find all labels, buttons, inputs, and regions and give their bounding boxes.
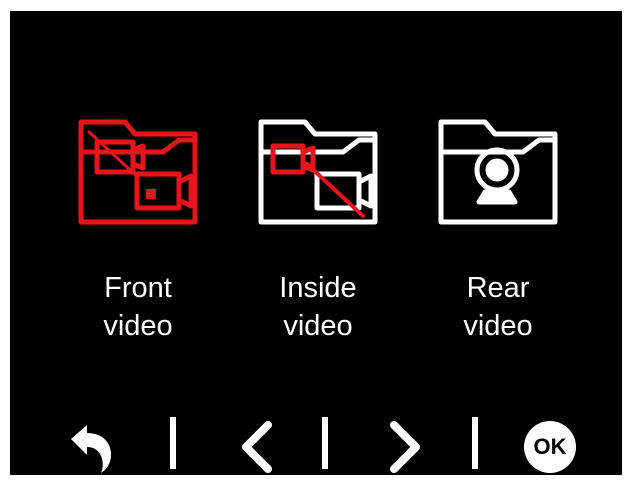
softkey-separator [322, 417, 328, 469]
back-button[interactable] [63, 419, 119, 475]
menu-item-inside-video[interactable] [253, 112, 383, 232]
softkey-separator [170, 417, 176, 469]
next-button[interactable] [378, 419, 434, 475]
chevron-left-icon [242, 421, 272, 473]
folder-front-camera-icon [78, 119, 198, 225]
menu-item-rear-video[interactable] [433, 112, 563, 232]
menu-item-label-inside: Inside video [243, 269, 393, 345]
label-line-2: video [463, 310, 533, 342]
label-line-2: video [103, 310, 173, 342]
folder-inside-camera-icon [258, 119, 378, 225]
menu-item-front-video[interactable] [73, 112, 203, 232]
ok-circle: OK [524, 421, 576, 473]
previous-button[interactable] [228, 419, 284, 475]
label-line-1: Rear [466, 272, 530, 304]
label-line-1: Front [104, 272, 172, 304]
label-line-2: video [283, 310, 353, 342]
label-line-1: Inside [279, 272, 357, 304]
ok-label: OK [533, 434, 567, 459]
folder-webcam-icon [438, 119, 558, 225]
chevron-right-icon [390, 421, 420, 473]
back-arrow-icon [71, 425, 111, 473]
ok-button[interactable]: OK [522, 419, 578, 475]
softkey-separator [472, 417, 478, 469]
screen: Front video Inside video Rear video OK [10, 11, 622, 475]
menu-item-label-rear: Rear video [423, 269, 573, 345]
menu-item-label-front: Front video [63, 269, 213, 345]
